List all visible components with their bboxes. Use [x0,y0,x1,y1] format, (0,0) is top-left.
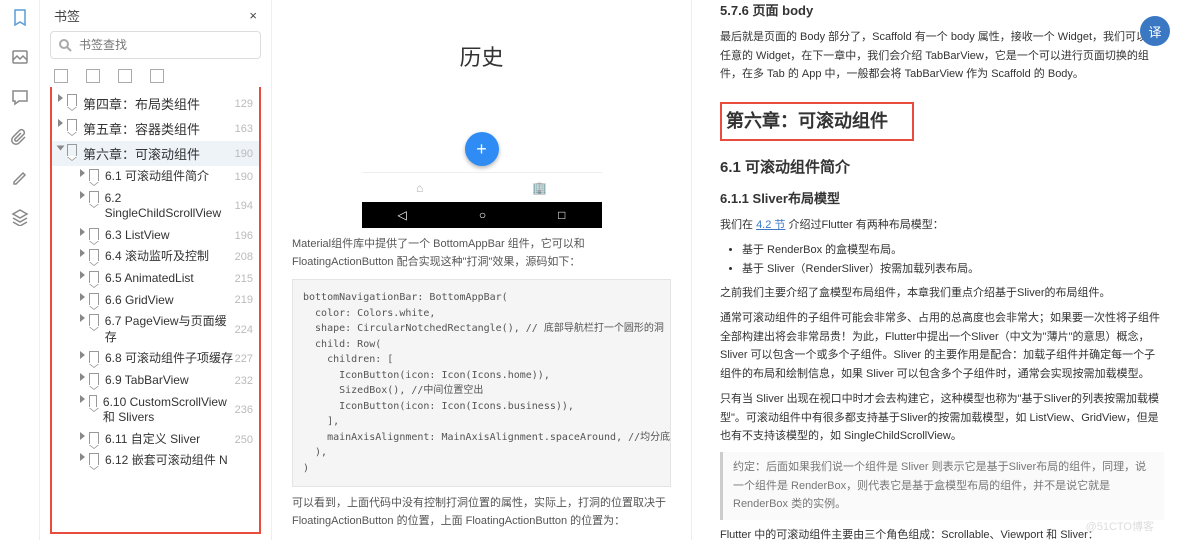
tool-collapse[interactable] [54,69,68,83]
quote-block: 约定：后面如果我们说一个组件是 Sliver 则表示它是基于Sliver布局的组… [720,452,1164,520]
image-icon[interactable] [11,48,29,66]
home-icon[interactable]: ⌂ [416,181,423,195]
translate-button[interactable]: 译 [1140,16,1170,46]
code-block: bottomNavigationBar: BottomAppBar( color… [292,279,671,487]
phone-screen-title: 历史 [362,10,602,132]
close-icon[interactable]: × [249,8,257,23]
edit-icon[interactable] [11,168,29,186]
sidebar-subitem[interactable]: 6.12 嵌套可滚动组件 N [52,450,259,472]
section-576-title: 5.7.6 页面 body [720,0,1164,22]
chapter-6-title: 第六章：可滚动组件 [720,102,914,141]
section-611-title: 6.1.1 Sliver布局模型 [720,188,1164,210]
tool-remove[interactable] [150,69,164,83]
link-42[interactable]: 4.2 节 [756,219,785,231]
sidebar-chapter[interactable]: 第六章：可滚动组件190 [52,141,259,166]
bookmark-icon[interactable] [11,8,29,26]
comment-icon[interactable] [11,88,29,106]
sidebar-subitem[interactable]: 6.11 自定义 Sliver250 [52,429,259,451]
sidebar-subitem[interactable]: 6.6 GridView219 [52,290,259,312]
fab-button[interactable]: + [465,132,499,166]
sidebar-subitem[interactable]: 6.8 可滚动组件子项缓存227 [52,348,259,370]
tool-expand[interactable] [86,69,100,83]
bottom-app-bar: ⌂ 🏢 [362,172,602,202]
sidebar-subitem[interactable]: 6.3 ListView196 [52,225,259,247]
sidebar-title: 书签 [54,6,80,25]
nav-recent[interactable]: □ [558,208,565,222]
attachment-icon[interactable] [11,128,29,146]
section-576-body: 最后就是页面的 Body 部分了，Scaffold 有一个 body 属性，接收… [720,28,1164,84]
search-input[interactable] [50,31,261,59]
section-61-title: 6.1 可滚动组件简介 [720,155,1164,181]
sidebar-subitem[interactable]: 6.9 TabBarView232 [52,370,259,392]
sidebar-subitem[interactable]: 6.5 AnimatedList215 [52,268,259,290]
middle-para-1: Material组件库中提供了一个 BottomAppBar 组件，它可以和 F… [292,236,671,271]
sidebar-chapter[interactable]: 第四章：布局类组件129 [52,91,259,116]
sidebar-subitem[interactable]: 6.10 CustomScrollView 和 Slivers236 [52,392,259,429]
sidebar-chapter[interactable]: 第五章：容器类组件163 [52,116,259,141]
sidebar-subitem[interactable]: 6.7 PageView与页面缓存224 [52,311,259,348]
nav-back[interactable]: ◁ [398,208,407,222]
business-icon[interactable]: 🏢 [532,181,547,195]
search-icon [58,38,72,52]
list-item: 基于 Sliver（RenderSliver）按需加载列表布局。 [742,260,1164,279]
list-item: 基于 RenderBox 的盒模型布局。 [742,241,1164,260]
tool-add[interactable] [118,69,132,83]
sidebar-subitem[interactable]: 6.1 可滚动组件简介190 [52,166,259,188]
nav-home[interactable]: ○ [479,208,486,222]
watermark: @51CTO博客 [1086,518,1154,534]
layers-icon[interactable] [11,208,29,226]
sidebar-subitem[interactable]: 6.2 SingleChildScrollView194 [52,188,259,225]
middle-para-2: 可以看到，上面代码中没有控制打洞位置的属性，实际上，打洞的位置取决于 Float… [292,495,671,530]
android-navbar: ◁ ○ □ [362,202,602,228]
sidebar-subitem[interactable]: 6.4 滚动监听及控制208 [52,246,259,268]
